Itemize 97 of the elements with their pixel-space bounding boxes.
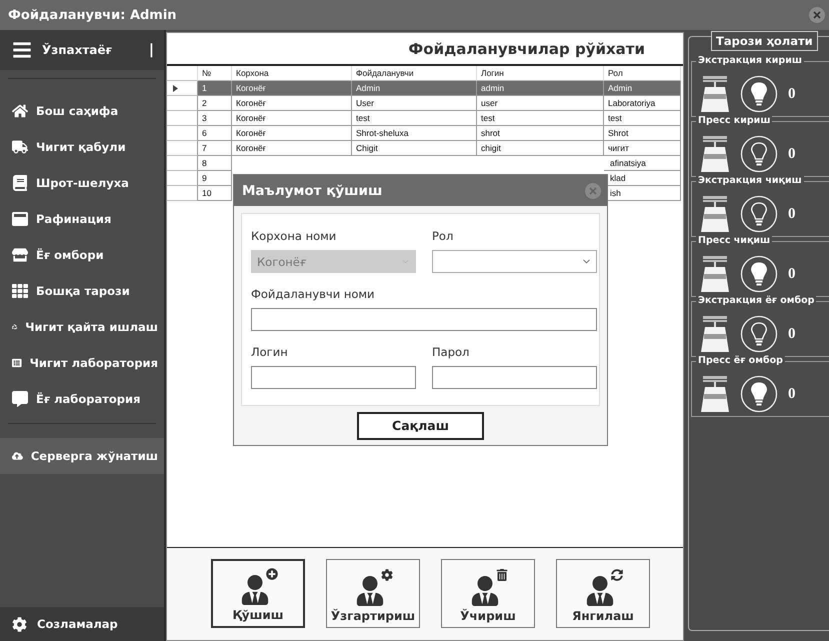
input-field[interactable] bbox=[251, 366, 416, 389]
panel-title: Фойдаланувчилар рўйхати bbox=[408, 40, 645, 58]
table-cell: shrot bbox=[477, 126, 604, 141]
sidebar-item[interactable]: Бошқа тарози bbox=[0, 273, 164, 309]
table-cell: test bbox=[477, 111, 604, 126]
table-cell: test bbox=[352, 111, 477, 126]
dialog-title: Маълумот қўшиш bbox=[242, 182, 382, 198]
scale-icon bbox=[700, 76, 730, 112]
scale-icon bbox=[700, 376, 730, 412]
table-cell: 8 bbox=[198, 156, 232, 171]
brand-mark: | bbox=[148, 42, 154, 58]
settings-item[interactable]: Созламалар bbox=[0, 607, 164, 641]
role-select[interactable] bbox=[432, 250, 597, 273]
scale-name: Экстракция кириш bbox=[696, 55, 804, 66]
field-label: Рол bbox=[432, 229, 454, 245]
table-cell: user bbox=[477, 96, 604, 111]
table-cell: чигит bbox=[604, 141, 681, 156]
table-cell: afinatsiya bbox=[604, 156, 681, 171]
user-settings-icon bbox=[355, 571, 391, 607]
field-label: Корхона номи bbox=[251, 229, 338, 245]
table-cell: Chigit bbox=[352, 141, 477, 156]
scale-name: Пресс ёғ омбор bbox=[696, 355, 785, 366]
table-cell: test bbox=[604, 111, 681, 126]
table-cell: 6 bbox=[198, 126, 232, 141]
sidebar-item[interactable]: Рафинация bbox=[0, 201, 164, 237]
table-cell: Когонёғ bbox=[232, 81, 352, 96]
add-user-icon bbox=[240, 570, 276, 606]
sidebar-item[interactable]: Серверга жўнатиш bbox=[0, 438, 164, 474]
action-button[interactable]: Янгилаш bbox=[556, 559, 650, 628]
store-icon bbox=[12, 247, 28, 263]
scale-reading: 0 bbox=[788, 386, 796, 402]
table-cell: User bbox=[352, 96, 477, 111]
close-icon bbox=[813, 11, 821, 19]
scale-icon bbox=[700, 136, 730, 172]
action-button[interactable]: Ўзгартириш bbox=[326, 559, 420, 628]
settings-icon bbox=[12, 616, 27, 632]
refresh-user-icon bbox=[585, 571, 621, 607]
scale-reading: 0 bbox=[788, 266, 796, 282]
table-cell: 10 bbox=[198, 186, 232, 201]
frame-title: Тарози ҳолати bbox=[711, 31, 818, 51]
action-button[interactable]: Қўшиш bbox=[211, 559, 305, 628]
scale-name: Экстракция чиқиш bbox=[696, 175, 804, 186]
table-cell: 3 bbox=[198, 111, 232, 126]
scale-name: Пресс кириш bbox=[696, 115, 772, 126]
field-label: Фойдаланувчи номи bbox=[251, 287, 376, 303]
home-icon bbox=[12, 103, 28, 119]
truck-icon bbox=[12, 139, 28, 155]
scale-name: Пресс чиқиш bbox=[696, 235, 772, 246]
close-icon bbox=[589, 186, 597, 194]
scale-name: Экстракция ёғ омбор bbox=[696, 295, 816, 306]
menu-icon[interactable] bbox=[12, 40, 32, 60]
table-cell: Shrot-sheluxa bbox=[352, 126, 477, 141]
table-cell: 9 bbox=[198, 171, 232, 186]
table-cell: Laboratoriya bbox=[604, 96, 681, 111]
table-cell: Когонёғ bbox=[232, 126, 352, 141]
brand-name: Ўзпахтаёғ bbox=[42, 43, 114, 57]
scale-icon bbox=[700, 196, 730, 232]
scale-reading: 0 bbox=[788, 146, 796, 162]
close-button[interactable] bbox=[585, 182, 601, 198]
scale-icon bbox=[700, 316, 730, 352]
window-icon bbox=[12, 211, 28, 227]
scale-reading: 0 bbox=[788, 86, 796, 102]
table-cell: Shrot bbox=[604, 126, 681, 141]
table-cell: Admin bbox=[352, 81, 477, 96]
table-cell: Когонёғ bbox=[232, 96, 352, 111]
scale-icon bbox=[700, 256, 730, 292]
sidebar-item[interactable]: Чигит қайта ишлаш bbox=[0, 309, 164, 345]
sidebar-item[interactable]: Бош саҳифа bbox=[0, 93, 164, 129]
table-cell: Admin bbox=[604, 81, 681, 96]
table-cell: 1 bbox=[198, 81, 232, 96]
input-field[interactable] bbox=[432, 366, 597, 389]
table-cell: 2 bbox=[198, 96, 232, 111]
sidebar-item[interactable]: Ёғ омбори bbox=[0, 237, 164, 273]
table-cell: 7 bbox=[198, 141, 232, 156]
grid-icon bbox=[12, 283, 28, 299]
table-cell: Когонёғ bbox=[232, 111, 352, 126]
table-corner bbox=[167, 66, 198, 81]
field-label: Парол bbox=[432, 345, 470, 361]
comment-icon bbox=[12, 391, 28, 407]
input-field[interactable] bbox=[251, 308, 597, 331]
table-cell: Когонёғ bbox=[232, 141, 352, 156]
sidebar-item[interactable]: Шрот-шелуха bbox=[0, 165, 164, 201]
sidebar-item[interactable]: Чигит қабули bbox=[0, 129, 164, 165]
action-button[interactable]: Ўчириш bbox=[441, 559, 535, 628]
table-cell: admin bbox=[477, 81, 604, 96]
window-title: Фойдаланувчи: Admin bbox=[8, 8, 177, 22]
scale-reading: 0 bbox=[788, 326, 796, 342]
table-cell: chigit bbox=[477, 141, 604, 156]
save-button[interactable]: Сақлаш bbox=[357, 412, 484, 440]
field-label: Логин bbox=[251, 345, 289, 361]
book-icon bbox=[12, 175, 28, 191]
delete-user-icon bbox=[470, 571, 506, 607]
current-row-icon bbox=[173, 84, 178, 92]
close-button[interactable] bbox=[809, 7, 825, 23]
scale-reading: 0 bbox=[788, 206, 796, 222]
sidebar-item[interactable]: Чигит лаборатория bbox=[0, 345, 164, 381]
sidebar-item[interactable]: Ёғ лаборатория bbox=[0, 381, 164, 417]
